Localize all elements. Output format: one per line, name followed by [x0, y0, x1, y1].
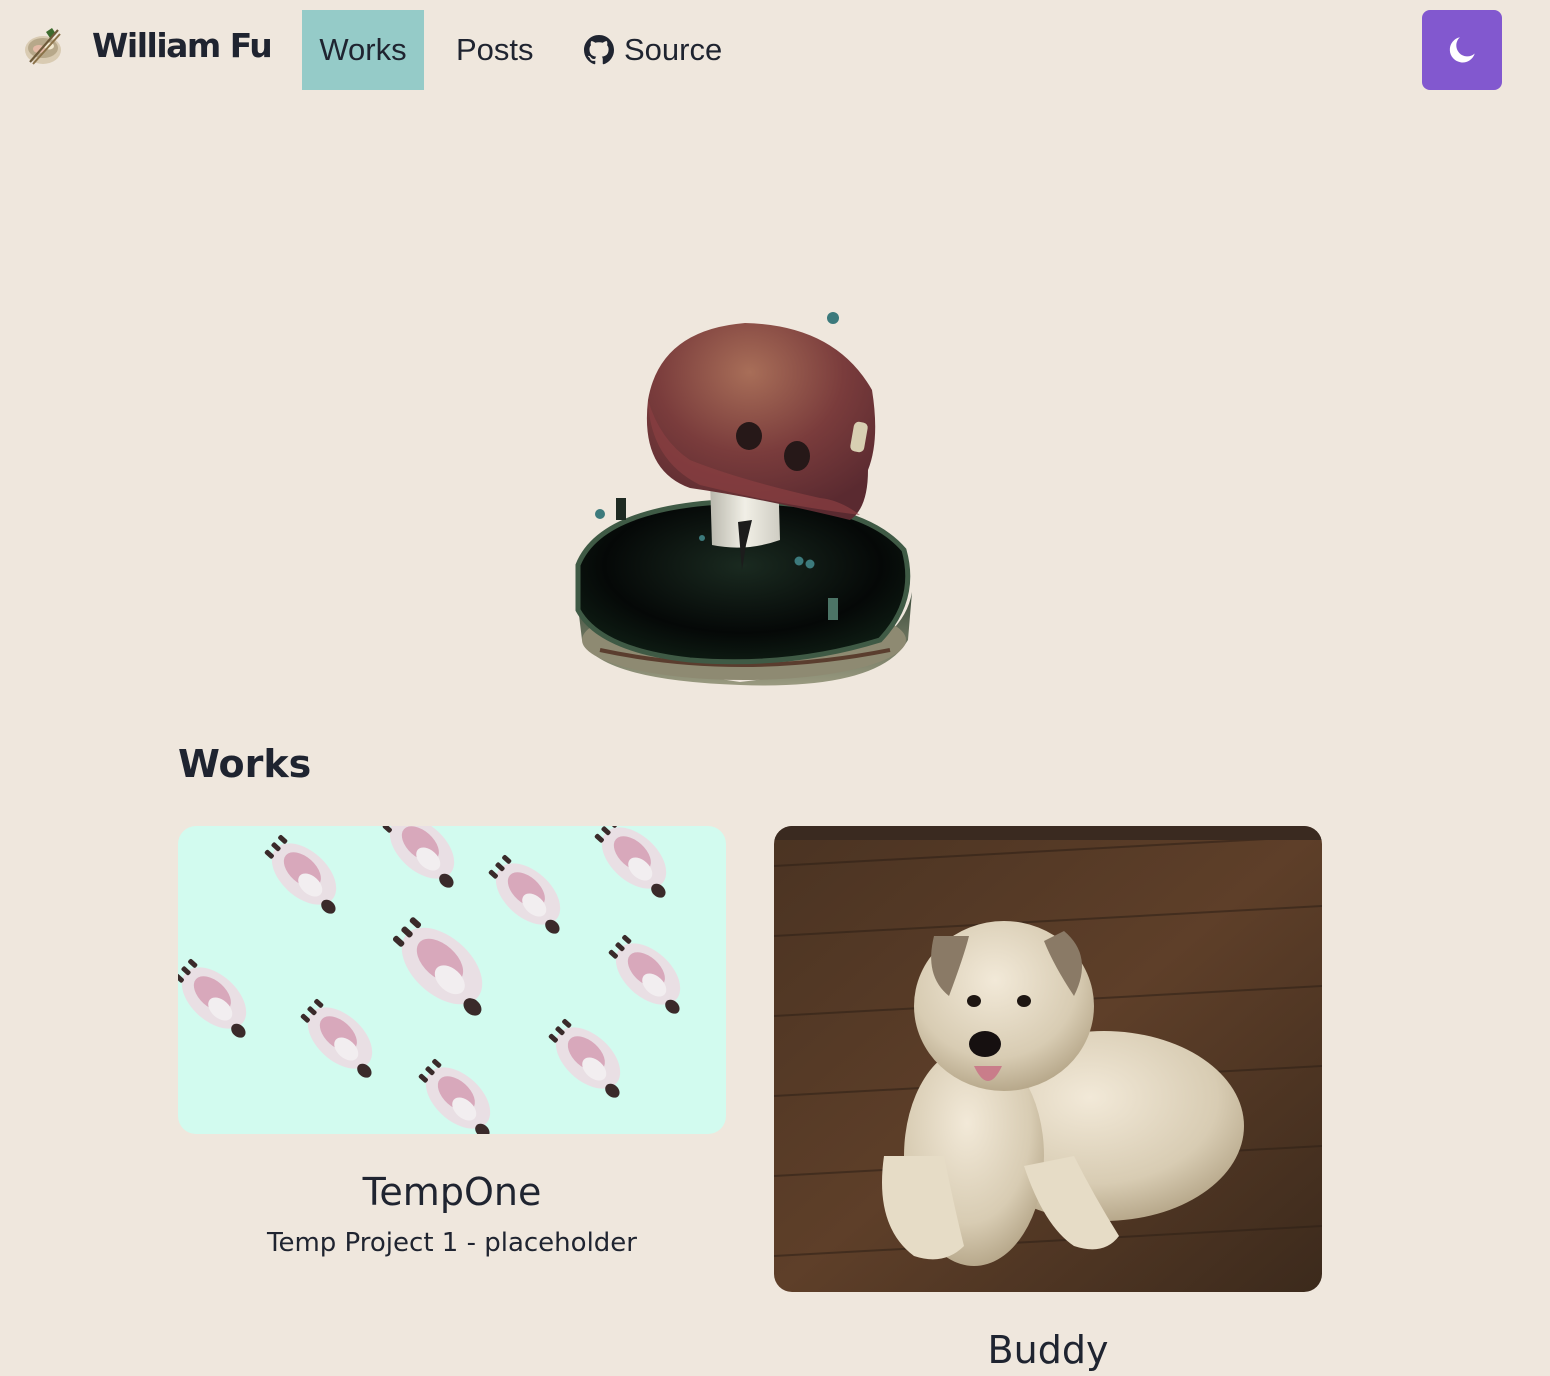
theme-toggle-button[interactable] — [1422, 10, 1502, 90]
home-link[interactable]: William Fu — [22, 22, 273, 68]
moon-icon — [1449, 37, 1475, 63]
work-card-tempone[interactable]: TempOne Temp Project 1 - placeholder — [178, 826, 726, 1258]
dog-photo-thumbnail — [774, 826, 1322, 1292]
navbar: William Fu Works Posts Source — [0, 0, 1550, 100]
nav-source-label: Source — [624, 32, 723, 67]
work-description: Temp Project 1 - placeholder — [267, 1228, 637, 1258]
works-section-title: Works — [178, 742, 312, 786]
dog-pattern-thumbnail — [178, 826, 726, 1134]
ramen-bowl-icon — [25, 28, 61, 65]
page: William Fu Works Posts Source Works Temp… — [0, 0, 1550, 1376]
nav-posts-link[interactable]: Posts — [456, 10, 534, 90]
work-title: TempOne — [362, 1170, 542, 1214]
brand-name: William Fu — [92, 25, 273, 65]
nav-source-link[interactable]: Source — [584, 10, 722, 90]
mushroom-3d-model[interactable] — [560, 290, 940, 700]
work-title: Buddy — [987, 1328, 1109, 1372]
github-icon — [584, 35, 614, 65]
work-card-buddy[interactable]: Buddy — [774, 826, 1322, 1372]
nav-works-link[interactable]: Works — [302, 10, 424, 90]
